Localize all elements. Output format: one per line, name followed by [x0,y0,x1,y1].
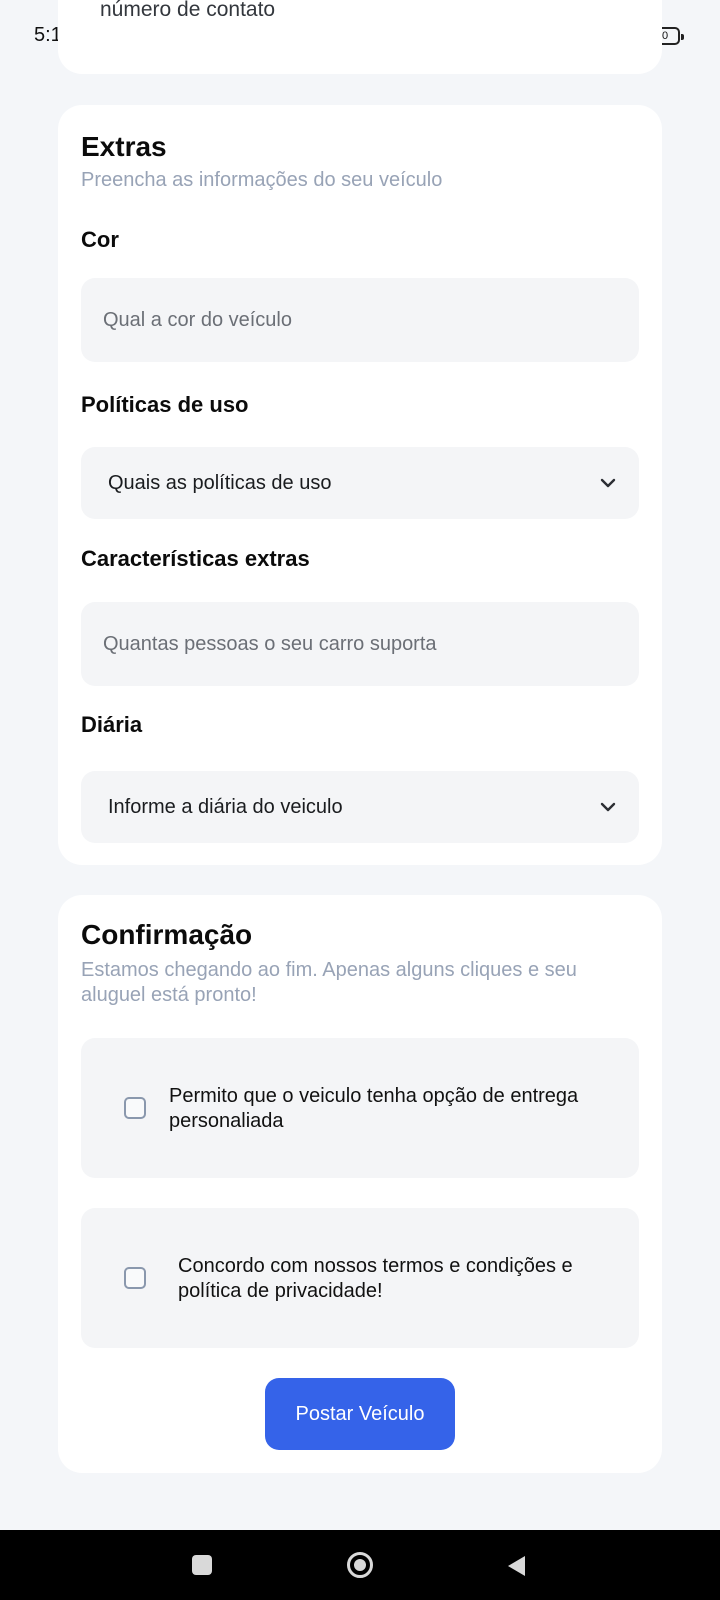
terms-option[interactable]: Concordo com nossos termos e condições e… [81,1208,639,1348]
confirmation-title: Confirmação [81,919,253,950]
previous-section-text: número de contato [100,0,276,21]
color-label: Cor [81,227,119,252]
terms-checkbox[interactable] [124,1267,146,1289]
extras-subtitle: Preencha as informações do seu veículo [81,169,443,191]
previous-section-card: número de contato [58,0,662,74]
home-icon[interactable] [347,1552,373,1578]
extras-card: Extras Preencha as informações do seu ve… [58,105,662,865]
post-vehicle-button[interactable]: Postar Veículo [265,1378,455,1450]
policies-select[interactable]: Quais as políticas de uso [81,447,639,519]
policies-select-value: Quais as políticas de uso [108,471,332,494]
chevron-down-icon [600,802,616,812]
confirmation-card: Confirmação Estamos chegando ao fim. Ape… [58,895,662,1473]
policies-label: Políticas de uso [81,392,249,417]
color-input[interactable]: Qual a cor do veículo [81,278,639,362]
back-icon[interactable] [505,1554,527,1578]
delivery-option-label: Permito que o veiculo tenha opção de ent… [169,1085,579,1132]
color-input-placeholder: Qual a cor do veículo [103,308,292,331]
features-input[interactable]: Quantas pessoas o seu carro suporta [81,602,639,686]
recent-apps-icon[interactable] [192,1555,212,1575]
features-input-placeholder: Quantas pessoas o seu carro suporta [103,632,437,655]
chevron-down-icon [600,478,616,488]
delivery-option[interactable]: Permito que o veiculo tenha opção de ent… [81,1038,639,1178]
features-label: Características extras [81,546,310,571]
confirmation-subtitle: Estamos chegando ao fim. Apenas alguns c… [81,959,577,1006]
navigation-bar [0,1530,720,1600]
daily-select[interactable]: Informe a diária do veiculo [81,771,639,843]
daily-label: Diária [81,712,143,737]
terms-option-label: Concordo com nossos termos e condições e… [178,1255,573,1302]
extras-title: Extras [81,131,167,162]
daily-select-value: Informe a diária do veiculo [108,795,343,818]
delivery-checkbox[interactable] [124,1097,146,1119]
